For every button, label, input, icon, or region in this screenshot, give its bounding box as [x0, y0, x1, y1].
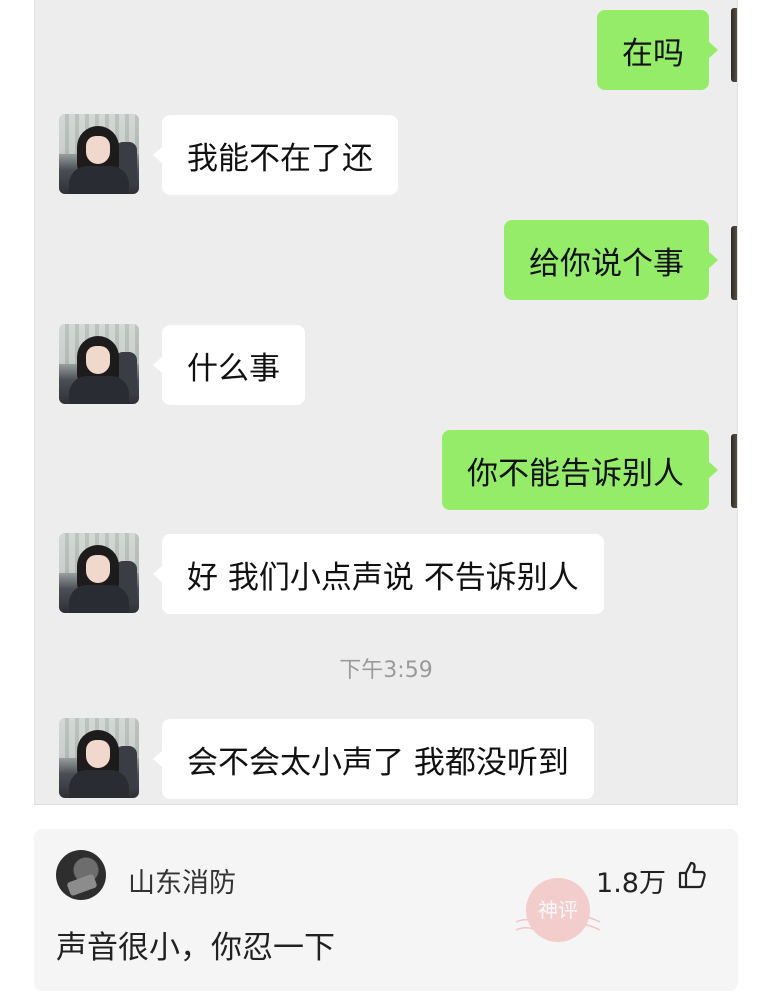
- contact-avatar: [59, 114, 139, 194]
- message-bubble-incoming: 什么事: [153, 325, 305, 405]
- contact-avatar: [59, 718, 139, 798]
- message-bubble-incoming: 会不会太小声了 我都没听到: [153, 719, 594, 799]
- contact-avatar: [59, 533, 139, 613]
- message-bubble-outgoing: 你不能告诉别人: [442, 430, 718, 510]
- top-comment-card: 山东消防 神评 1.8万 声音很小，你忍一下: [34, 829, 738, 991]
- comment-text: 声音很小，你忍一下: [56, 930, 335, 966]
- chat-screenshot: 在吗 我能不在了还 给你说个事 什么事 你不能告诉别人 好 我们小点声说 不告诉…: [34, 0, 738, 805]
- commenter-name[interactable]: 山东消防: [128, 861, 236, 900]
- thumbs-up-icon[interactable]: [676, 859, 708, 891]
- sender-avatar-edge: [731, 226, 737, 300]
- contact-avatar: [59, 324, 139, 404]
- message-bubble-outgoing: 给你说个事: [504, 220, 718, 300]
- message-bubble-incoming: 好 我们小点声说 不告诉别人: [153, 534, 604, 614]
- sender-avatar-edge: [731, 8, 737, 82]
- badge-label: 神评: [538, 898, 578, 922]
- message-bubble-incoming: 我能不在了还: [153, 115, 398, 195]
- message-bubble-outgoing: 在吗: [597, 10, 718, 90]
- featured-comment-badge: 神评: [515, 878, 601, 942]
- like-count: 1.8万: [596, 868, 666, 899]
- message-timestamp: 下午3:59: [339, 658, 433, 683]
- sender-avatar-edge: [731, 434, 737, 508]
- commenter-avatar[interactable]: [56, 850, 106, 900]
